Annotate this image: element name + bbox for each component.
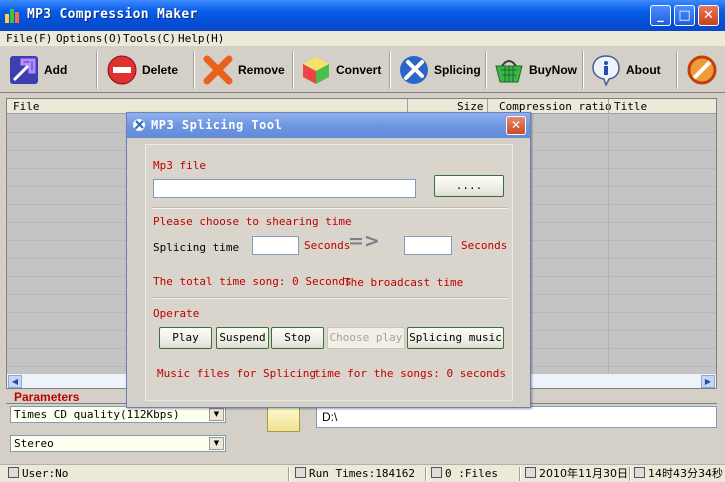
splicing-label: Splicing — [434, 63, 481, 77]
play-button[interactable]: Play — [159, 327, 212, 349]
menu-file[interactable]: File(F) — [6, 32, 52, 45]
status-files: 0 :Files — [431, 467, 498, 481]
menu-bar: File(F) Options(O) Tools(C) Help(H) — [0, 31, 725, 46]
choose-play-button[interactable]: Choose play — [327, 327, 405, 349]
user-icon — [8, 467, 19, 478]
broadcast-time-label: The broadcast time — [344, 276, 464, 289]
chevron-down-icon[interactable]: ▼ — [209, 408, 224, 421]
output-path-field[interactable]: D:\ — [316, 406, 717, 428]
parameters-title: Parameters — [14, 390, 80, 404]
arrow-symbol: => — [348, 230, 380, 252]
calendar-icon — [525, 467, 536, 478]
end-time-input[interactable] — [404, 236, 452, 255]
title-bar: MP3 Compression Maker _ □ ✕ — [0, 0, 725, 31]
close-button[interactable]: ✕ — [698, 5, 719, 26]
seconds-label-end: Seconds — [461, 239, 508, 252]
dialog-body: Mp3 file .... Please choose to shearing … — [145, 144, 513, 401]
quality-value: Times CD quality(112Kbps) — [14, 408, 180, 421]
convert-cube-icon — [300, 54, 332, 86]
channel-value: Stereo — [14, 437, 54, 450]
splicing-time-label: Splicing time — [153, 241, 240, 254]
seconds-label-start: Seconds — [304, 239, 351, 252]
remove-x-icon — [202, 54, 234, 86]
toolbar: Add Delete Remove Convert Splicing BuyNo… — [0, 47, 725, 93]
convert-button[interactable]: Convert — [300, 50, 381, 90]
splicing-tool-icon — [398, 54, 430, 86]
browse-mp3-button[interactable]: .... — [434, 175, 504, 197]
dialog-close-button[interactable]: ✕ — [506, 116, 526, 135]
channel-select[interactable]: Stereo ▼ — [10, 435, 226, 452]
mp3-file-input[interactable] — [153, 179, 416, 198]
minimize-button[interactable]: _ — [650, 5, 671, 26]
column-file[interactable]: File — [13, 100, 40, 113]
add-label: Add — [44, 63, 68, 77]
browse-folder-button[interactable] — [267, 407, 300, 432]
status-time: 14时43分34秒 — [634, 467, 723, 481]
menu-help[interactable]: Help(H) — [178, 32, 224, 45]
scroll-right-icon[interactable]: ▶ — [701, 375, 715, 388]
chevron-down-icon[interactable]: ▼ — [209, 437, 224, 450]
status-date: 2010年11月30日 — [525, 467, 628, 481]
shopping-basket-icon — [493, 54, 525, 86]
dialog-title-bar: MP3 Splicing Tool ✕ — [127, 113, 530, 138]
about-button[interactable]: About — [590, 50, 661, 90]
column-title[interactable]: Title — [614, 100, 647, 113]
delete-icon — [106, 54, 138, 86]
splicing-button[interactable]: Splicing — [398, 50, 481, 90]
suspend-button[interactable]: Suspend — [216, 327, 269, 349]
status-bar: User:No Run Times:184162 0 :Files 2010年1… — [0, 464, 725, 482]
add-arrow-icon — [8, 54, 40, 86]
maximize-button[interactable]: □ — [674, 5, 695, 26]
mp3-file-label: Mp3 file — [153, 159, 206, 172]
menu-options[interactable]: Options(O) — [56, 32, 122, 45]
delete-label: Delete — [142, 63, 179, 77]
splicing-music-button[interactable]: Splicing music — [407, 327, 504, 349]
music-files-label: Music files for Splicing — [157, 367, 316, 380]
splicing-dialog: MP3 Splicing Tool ✕ Mp3 file .... Please… — [126, 112, 531, 408]
buynow-label: BuyNow — [529, 63, 577, 77]
about-label: About — [626, 63, 661, 77]
choose-time-label: Please choose to shearing time — [153, 215, 352, 228]
window-title: MP3 Compression Maker — [27, 7, 198, 22]
clock-icon — [634, 467, 645, 478]
quality-select[interactable]: Times CD quality(112Kbps) ▼ — [10, 406, 226, 423]
status-user: User:No — [8, 467, 68, 481]
exit-icon — [686, 54, 718, 86]
scroll-left-icon[interactable]: ◀ — [8, 375, 22, 388]
songs-time-label: time for the songs: 0 seconds — [314, 367, 507, 380]
remove-button[interactable]: Remove — [202, 50, 285, 90]
add-button[interactable]: Add — [8, 50, 67, 90]
operate-label: Operate — [153, 307, 200, 320]
info-icon — [590, 54, 622, 87]
buynow-button[interactable]: BuyNow — [493, 50, 577, 90]
status-run-times: Run Times:184162 — [295, 467, 415, 481]
files-icon — [431, 467, 442, 478]
run-icon — [295, 467, 306, 478]
total-time-label: The total time song: 0 Seconds — [153, 275, 352, 288]
app-icon — [5, 7, 22, 23]
splicing-tool-icon — [132, 118, 146, 132]
dialog-title: MP3 Splicing Tool — [151, 118, 283, 132]
exit-button[interactable] — [686, 50, 718, 90]
start-time-input[interactable] — [252, 236, 299, 255]
convert-label: Convert — [336, 63, 382, 77]
menu-tools[interactable]: Tools(C) — [123, 32, 176, 45]
remove-label: Remove — [238, 63, 285, 77]
delete-button[interactable]: Delete — [106, 50, 178, 90]
stop-button[interactable]: Stop — [271, 327, 324, 349]
